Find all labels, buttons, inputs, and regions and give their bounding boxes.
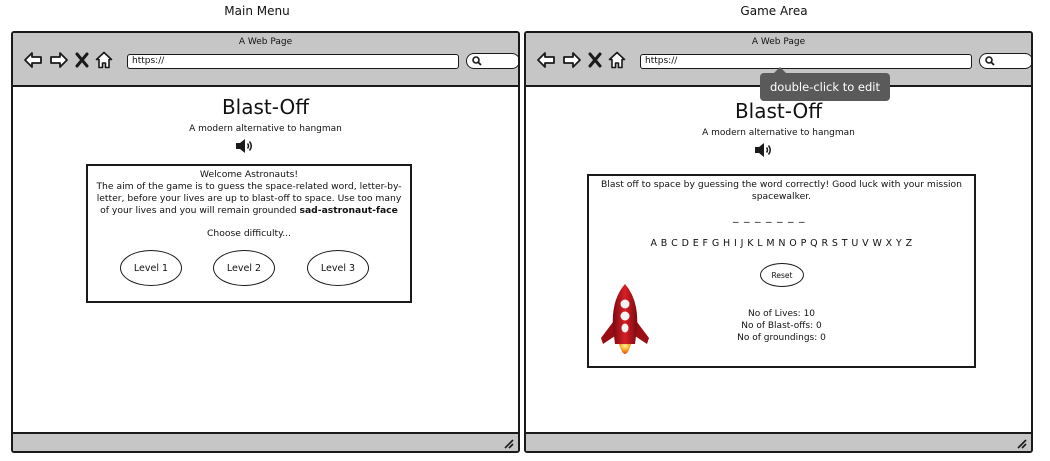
url-bar[interactable]: https:// [127, 54, 459, 69]
status-bar [13, 432, 518, 451]
nav-controls [23, 49, 113, 71]
page-tagline: A modern alternative to hangman [702, 128, 855, 138]
welcome-text: Welcome Astronauts! The aim of the game … [88, 166, 410, 217]
page-title: Blast-Off [734, 99, 823, 123]
back-arrow-icon[interactable] [23, 51, 43, 69]
page-tagline: A modern alternative to hangman [189, 124, 342, 134]
edit-tooltip: double-click to edit [760, 67, 890, 101]
sad-astronaut-face-icon: sad-astronaut-face [299, 205, 398, 216]
welcome-card: Welcome Astronauts! The aim of the game … [86, 164, 412, 303]
search-field[interactable] [466, 53, 518, 69]
forward-arrow-icon[interactable] [49, 51, 69, 69]
forward-arrow-icon[interactable] [562, 51, 582, 69]
level-1-button[interactable]: Level 1 [120, 250, 182, 286]
level-3-button[interactable]: Level 3 [307, 250, 369, 286]
instructions-text: Blast off to space by guessing the word … [601, 179, 962, 202]
window-title: A Web Page [238, 37, 293, 47]
alphabet-keyboard[interactable]: A B C D E F G H I J K L M N O P Q R S T … [589, 238, 974, 249]
resize-grip-icon[interactable] [1016, 438, 1027, 449]
rocket-icon [601, 284, 649, 354]
back-arrow-icon[interactable] [536, 51, 556, 69]
level-2-button[interactable]: Level 2 [213, 250, 275, 286]
search-icon [985, 56, 995, 66]
panel-caption-game-area: Game Area [740, 4, 808, 18]
game-card: Blast off to space by guessing the word … [587, 174, 976, 368]
page-title: Blast-Off [221, 95, 310, 119]
reset-button[interactable]: Reset [760, 263, 804, 287]
speaker-icon[interactable] [235, 138, 255, 154]
status-bar [526, 432, 1031, 451]
window-title: A Web Page [751, 37, 806, 47]
word-blanks: _ _ _ _ _ _ _ [733, 210, 806, 223]
browser-window-main-menu: A Web Page https:// Blast-Off A modern a… [11, 31, 520, 453]
home-icon[interactable] [95, 51, 113, 69]
home-icon[interactable] [608, 51, 626, 69]
nav-controls [536, 49, 626, 71]
welcome-heading: Welcome Astronauts! [199, 169, 299, 180]
speaker-icon[interactable] [754, 142, 774, 158]
close-icon[interactable] [75, 52, 89, 68]
search-field[interactable] [979, 53, 1031, 69]
close-icon[interactable] [588, 52, 602, 68]
url-bar[interactable]: https:// [640, 54, 972, 69]
browser-chrome: A Web Page https:// [13, 33, 518, 87]
resize-grip-icon[interactable] [503, 438, 514, 449]
choose-difficulty-label: Choose difficulty... [206, 228, 292, 239]
search-icon [472, 56, 482, 66]
panel-caption-main-menu: Main Menu [224, 4, 290, 18]
